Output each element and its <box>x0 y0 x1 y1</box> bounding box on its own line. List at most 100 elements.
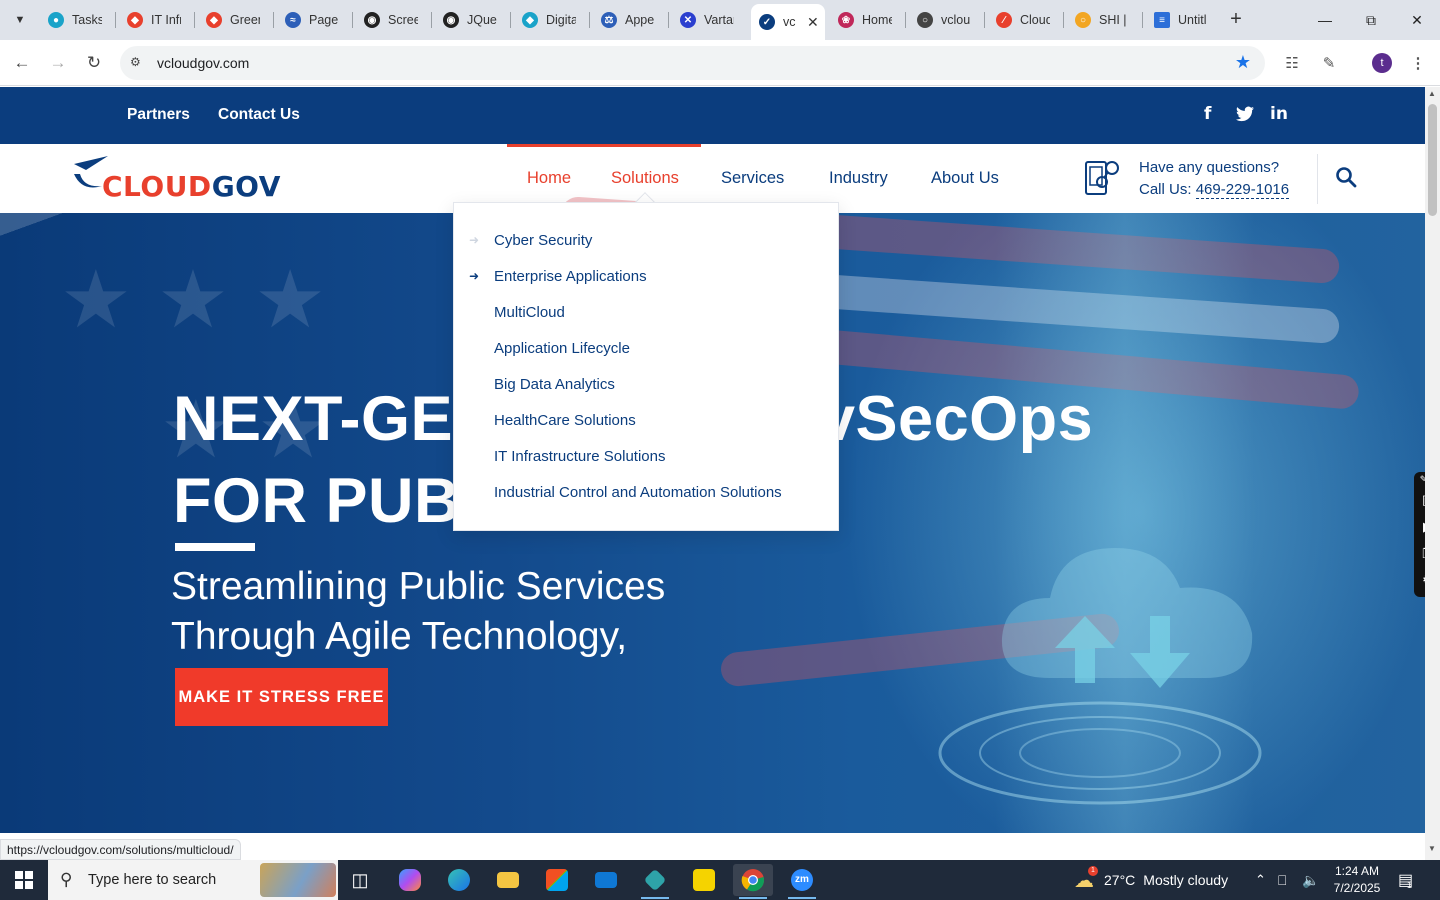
dropdown-item-multicloud[interactable]: MultiCloud <box>494 304 565 321</box>
browser-menu-icon[interactable]: ⋮ <box>1407 52 1429 74</box>
address-bar[interactable]: ⚙ vcloudgov.com ★ <box>120 46 1265 80</box>
taskbar-search-box[interactable]: ⚲ Type here to search <box>48 860 338 900</box>
tab-favicon-icon: ● <box>48 12 64 28</box>
make-it-stress-free-button[interactable]: MAKE IT STRESS FREE <box>175 668 388 726</box>
solutions-dropdown: ➜ Cyber Security ➜ Enterprise Applicatio… <box>453 202 839 531</box>
file-explorer-icon[interactable] <box>488 864 528 896</box>
tab-favicon-icon: ✓ <box>759 14 775 30</box>
tab-favicon-icon: ∕ <box>996 12 1012 28</box>
browser-tab[interactable]: ≈ PageS <box>285 6 347 34</box>
weather-widget[interactable]: ☁ 1 27°C Mostly cloudy <box>1074 860 1228 900</box>
tab-favicon-icon: ❀ <box>838 12 854 28</box>
close-tab-icon[interactable]: ✕ <box>807 14 819 31</box>
contact-question: Have any questions? <box>1139 159 1280 176</box>
browser-toolbar: ← → ↻ ⚙ vcloudgov.com ★ ☷ ✎ t ⋮ <box>0 40 1440 86</box>
microsoft-store-icon[interactable] <box>537 864 577 896</box>
dropdown-item-big-data-analytics[interactable]: Big Data Analytics <box>494 376 615 393</box>
browser-tab[interactable]: ○ vclou <box>917 6 979 34</box>
page-scrollbar[interactable]: ▲ ▼ <box>1425 87 1440 860</box>
browser-tab[interactable]: ⚖ Appe <box>601 6 663 34</box>
nav-services[interactable]: Services <box>721 169 784 188</box>
browser-tab[interactable]: ● Tasks <box>48 6 110 34</box>
hero-title-line1: NEXT-GEN <box>173 384 500 454</box>
scroll-down-icon[interactable]: ▼ <box>1428 844 1436 853</box>
tab-favicon-icon: ○ <box>1075 12 1091 28</box>
network-icon[interactable]: ⎕ <box>1278 860 1286 900</box>
sticky-notes-icon[interactable] <box>684 864 724 896</box>
linkedin-icon[interactable]: in <box>1270 104 1288 124</box>
hero-subtitle-line2: Through Agile Technology, <box>171 615 628 658</box>
notification-center-icon[interactable]: ▤ 1 <box>1398 860 1413 900</box>
back-button[interactable]: ← <box>9 50 35 76</box>
task-view-icon[interactable]: ◫ <box>340 864 380 896</box>
browser-tab[interactable]: ≡ Untitl <box>1154 6 1216 34</box>
taskbar-clock[interactable]: 1:24 AM 7/2/2025 <box>1328 863 1386 897</box>
browser-tab[interactable]: ✕ Vartar <box>680 6 742 34</box>
zoom-icon[interactable]: zm <box>782 864 822 899</box>
nav-industry[interactable]: Industry <box>829 169 888 188</box>
mail-icon[interactable] <box>586 864 626 896</box>
reload-button[interactable]: ↻ <box>81 50 107 76</box>
dropdown-item-enterprise-applications[interactable]: Enterprise Applications <box>494 268 647 285</box>
edge-icon[interactable] <box>439 864 479 896</box>
contact-us-link[interactable]: Contact Us <box>218 106 300 124</box>
site-settings-icon[interactable]: ⚙ <box>130 55 146 71</box>
new-tab-button[interactable]: + <box>1225 8 1247 30</box>
phone-link[interactable]: 469-229-1016 <box>1195 181 1290 199</box>
browser-tab[interactable]: ❀ Home <box>838 6 900 34</box>
extensions-icon[interactable]: ✎ <box>1318 52 1340 74</box>
browser-tab[interactable]: ◉ Screen <box>364 6 426 34</box>
forward-button[interactable]: → <box>45 50 71 76</box>
address-url[interactable]: vcloudgov.com <box>157 55 249 71</box>
tab-favicon-icon: ◉ <box>443 12 459 28</box>
windows-logo-icon <box>15 871 33 889</box>
nav-about-us[interactable]: About Us <box>931 169 999 188</box>
weather-cloud-icon: ☁ 1 <box>1074 865 1098 893</box>
dropdown-item-application-lifecycle[interactable]: Application Lifecycle <box>494 340 630 357</box>
arrow-right-icon: ➜ <box>469 269 480 283</box>
chrome-icon[interactable] <box>733 864 773 899</box>
partners-link[interactable]: Partners <box>127 106 190 124</box>
restore-button[interactable]: ⧉ <box>1348 0 1394 40</box>
flag-stars-icon: ★ ★ ★ <box>60 253 327 346</box>
close-window-button[interactable]: ✕ <box>1394 0 1440 40</box>
tab-favicon-icon: ≡ <box>1154 12 1170 28</box>
browser-tab-active[interactable]: ✓ vc ✕ <box>751 4 825 40</box>
scroll-thumb[interactable] <box>1428 104 1437 216</box>
show-hidden-icons[interactable]: ⌃ <box>1255 860 1266 900</box>
browser-tab[interactable]: ∕ Cloud <box>996 6 1058 34</box>
volume-icon[interactable]: 🔈 <box>1302 860 1319 900</box>
translate-icon[interactable]: ☷ <box>1281 52 1303 74</box>
tab-search-button[interactable]: ▼ <box>8 8 32 32</box>
profile-avatar[interactable]: t <box>1372 53 1392 73</box>
bookmark-star-icon[interactable]: ★ <box>1235 52 1251 73</box>
search-icon[interactable] <box>1335 166 1357 188</box>
hero-title-line1-right: vSecOps <box>820 384 1094 454</box>
hero-title-line2: FOR PUBL <box>173 466 499 536</box>
webpage: Partners Contact Us f in CLOUDGOV Home S… <box>0 87 1425 833</box>
nav-home[interactable]: Home <box>527 169 571 188</box>
facebook-icon[interactable]: f <box>1204 104 1211 124</box>
browser-tab[interactable]: ◆ Green <box>206 6 268 34</box>
cloudgov-logo[interactable]: CLOUDGOV <box>72 156 280 203</box>
search-highlight-image <box>260 863 336 897</box>
dropdown-item-healthcare-solutions[interactable]: HealthCare Solutions <box>494 412 636 429</box>
twitter-icon[interactable] <box>1236 106 1254 122</box>
copilot-icon[interactable] <box>390 864 430 896</box>
browser-tab[interactable]: ◉ JQuery <box>443 6 505 34</box>
dropdown-item-industrial-control[interactable]: Industrial Control and Automation Soluti… <box>494 484 782 501</box>
browser-tab[interactable]: ◆ IT Infra <box>127 6 189 34</box>
tab-favicon-icon: ≈ <box>285 12 301 28</box>
browser-tab[interactable]: ○ SHI | <box>1075 6 1137 34</box>
hero-divider <box>175 543 255 551</box>
app-diamond-icon[interactable] <box>635 864 675 899</box>
start-button[interactable] <box>0 860 48 900</box>
browser-tab[interactable]: ◆ Digita <box>522 6 584 34</box>
dropdown-item-it-infrastructure-solutions[interactable]: IT Infrastructure Solutions <box>494 448 665 465</box>
minimize-button[interactable]: — <box>1302 0 1348 40</box>
tab-favicon-icon: ✕ <box>680 12 696 28</box>
tab-favicon-icon: ◆ <box>127 12 143 28</box>
dropdown-item-cyber-security[interactable]: Cyber Security <box>494 232 592 249</box>
nav-solutions[interactable]: Solutions <box>611 169 679 188</box>
scroll-up-icon[interactable]: ▲ <box>1428 89 1436 98</box>
